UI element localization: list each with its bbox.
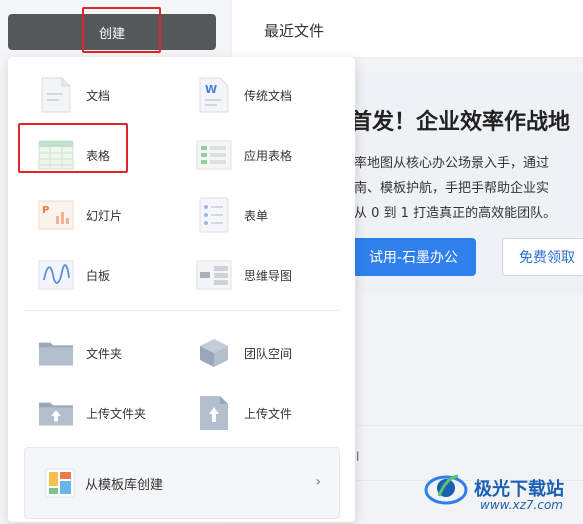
menu-item-label: 上传文件夹 [86,406,147,421]
whiteboard-icon [38,257,74,293]
team-space-icon [196,335,232,371]
menu-item-label: 幻灯片 [86,208,123,223]
menu-item-slides[interactable]: P 幻灯片 [38,197,122,233]
slides-icon: P [38,197,74,233]
menu-item-mindmap[interactable]: 思维导图 [196,257,292,293]
template-icon [45,468,75,498]
list-divider [356,425,583,426]
menu-item-folder[interactable]: 文件夹 [38,335,122,371]
upload-file-icon [196,395,232,431]
create-from-template-button[interactable]: 从模板库创建 › [24,447,340,519]
mindmap-icon [196,257,232,293]
form-icon [196,197,232,233]
menu-divider [24,310,340,311]
menu-item-upload-folder[interactable]: 上传文件夹 [38,395,146,431]
highlight-box-create [82,7,161,53]
folder-icon [38,335,74,371]
menu-item-label: 文件夹 [86,346,123,361]
watermark: 极光下载站 www.xz7.com [424,468,564,512]
svg-text:W: W [205,83,217,96]
svg-text:P: P [42,205,49,216]
template-label: 从模板库创建 [85,477,164,493]
list-item-fragment: l [356,450,360,464]
menu-item-word-doc[interactable]: W 传统文档 [196,77,292,113]
app-sheet-icon [196,137,232,173]
tab-recent-files[interactable]: 最近文件 [264,20,324,41]
free-claim-button[interactable]: 免费领取 [502,238,583,276]
menu-item-label: 应用表格 [244,148,293,163]
menu-item-label: 思维导图 [244,268,293,283]
watermark-logo-icon [424,474,468,505]
menu-item-label: 传统文档 [244,88,293,103]
menu-item-upload-file[interactable]: 上传文件 [196,395,292,431]
banner-line-2: 南、模板护航，手把手帮助企业实 [354,181,550,196]
menu-item-form[interactable]: 表单 [196,197,268,233]
menu-item-label: 表单 [244,208,269,223]
watermark-url: www.xz7.com [480,498,563,512]
highlight-box-sheet [18,123,128,173]
menu-item-label: 上传文件 [244,406,293,421]
banner-line-1: 率地图从核心办公场景入手，通过 [354,156,550,171]
menu-item-label: 白板 [86,268,111,283]
menu-item-doc[interactable]: 文档 [38,77,110,113]
menu-item-team-space[interactable]: 团队空间 [196,335,292,371]
word-doc-icon: W [196,77,232,113]
doc-icon [38,77,74,113]
banner-line-3: 从 0 到 1 打造真正的高效能团队。 [354,206,557,221]
chevron-right-icon: › [315,474,321,490]
menu-item-whiteboard[interactable]: 白板 [38,257,110,293]
menu-item-label: 团队空间 [244,346,293,361]
upload-folder-icon [38,395,74,431]
menu-item-label: 文档 [86,88,111,103]
trial-button[interactable]: 试用-石墨办公 [340,238,476,276]
menu-item-app-sheet[interactable]: 应用表格 [196,137,292,173]
banner-title: 首发！企业效率作战地 [350,110,571,135]
